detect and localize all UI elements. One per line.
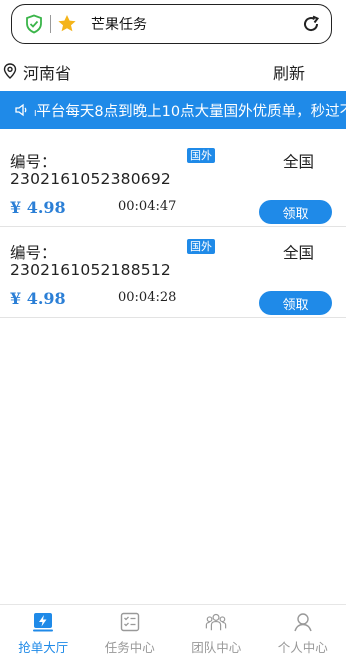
lightning-icon [32,611,54,633]
nav-item-task-center[interactable]: 任务中心 [87,605,174,658]
task-number-label: 编号： [10,241,57,263]
page-title: 芒果任务 [91,14,301,34]
task-number-label: 编号： [10,150,57,172]
notice-bar: ₗ平台每天8点到晚上10点大量国外优质单，秒过不 [0,91,346,129]
task-region: 全国 [283,150,314,172]
claim-button[interactable]: 领取 [259,200,332,224]
location-row: 河南省 刷新 [0,52,346,88]
task-price: ¥ 4.98 [10,289,66,308]
speaker-icon [14,102,30,118]
task-timer: 00:04:47 [118,199,176,214]
foreign-badge: 国外 [187,148,215,163]
refresh-button[interactable]: 刷新 [273,60,305,84]
browser-top-bar: 芒果任务 [11,4,332,44]
divider [50,15,51,33]
refresh-icon[interactable] [301,14,321,34]
star-icon[interactable] [57,13,79,35]
nav-label: 任务中心 [105,637,155,656]
nav-item-grab-hall[interactable]: 抢单大厅 [0,605,87,658]
nav-label: 个人中心 [278,637,328,656]
checklist-icon [119,611,141,633]
user-icon [292,611,314,633]
task-timer: 00:04:28 [118,290,176,305]
shield-check-icon [24,14,44,34]
location-text[interactable]: 河南省 [23,60,71,84]
location-pin-icon [3,63,17,79]
task-number: 2302161052188512 [10,261,171,279]
notice-text: ₗ平台每天8点到晚上10点大量国外优质单，秒过不 [34,100,346,121]
task-region: 全国 [283,241,314,263]
nav-label: 团队中心 [191,637,241,656]
task-card: 编号： 2302161052188512 国外 全国 ¥ 4.98 00:04:… [0,228,346,318]
nav-item-team-center[interactable]: 团队中心 [173,605,260,658]
nav-label: 抢单大厅 [18,637,68,656]
team-icon [205,611,227,633]
task-price: ¥ 4.98 [10,198,66,217]
foreign-badge: 国外 [187,239,215,254]
task-number: 2302161052380692 [10,170,171,188]
claim-button[interactable]: 领取 [259,291,332,315]
task-card: 编号： 2302161052380692 国外 全国 ¥ 4.98 00:04:… [0,137,346,227]
bottom-nav: 抢单大厅 任务中心 团队中心 [0,604,346,658]
nav-item-personal-center[interactable]: 个人中心 [260,605,346,658]
